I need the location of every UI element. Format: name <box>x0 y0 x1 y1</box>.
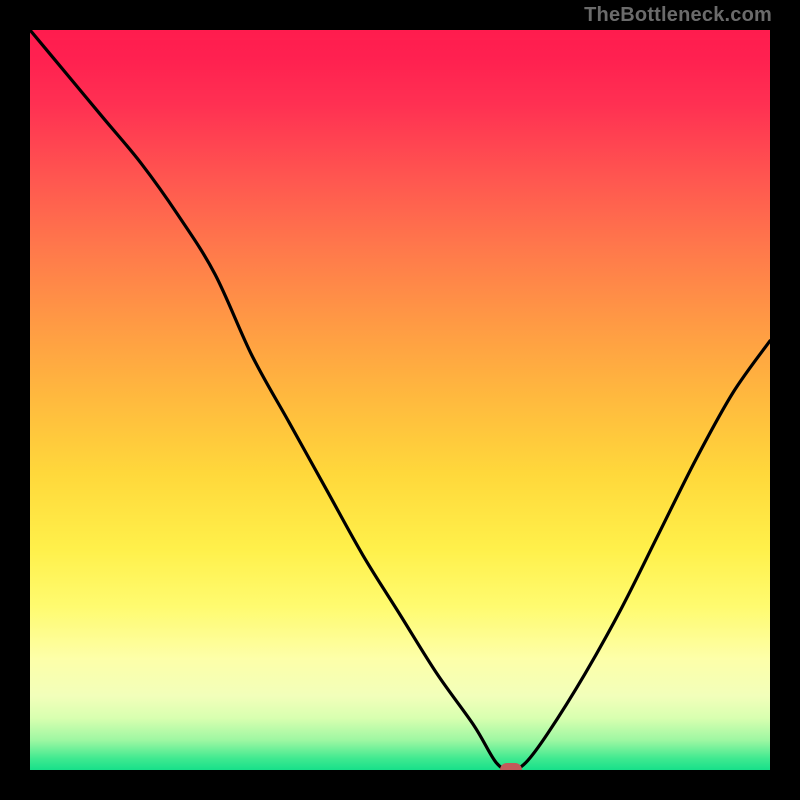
chart-frame: TheBottleneck.com <box>0 0 800 800</box>
plot-area <box>30 30 770 770</box>
optimum-marker <box>500 763 522 770</box>
attribution-text: TheBottleneck.com <box>584 4 772 27</box>
bottleneck-curve <box>30 30 770 770</box>
